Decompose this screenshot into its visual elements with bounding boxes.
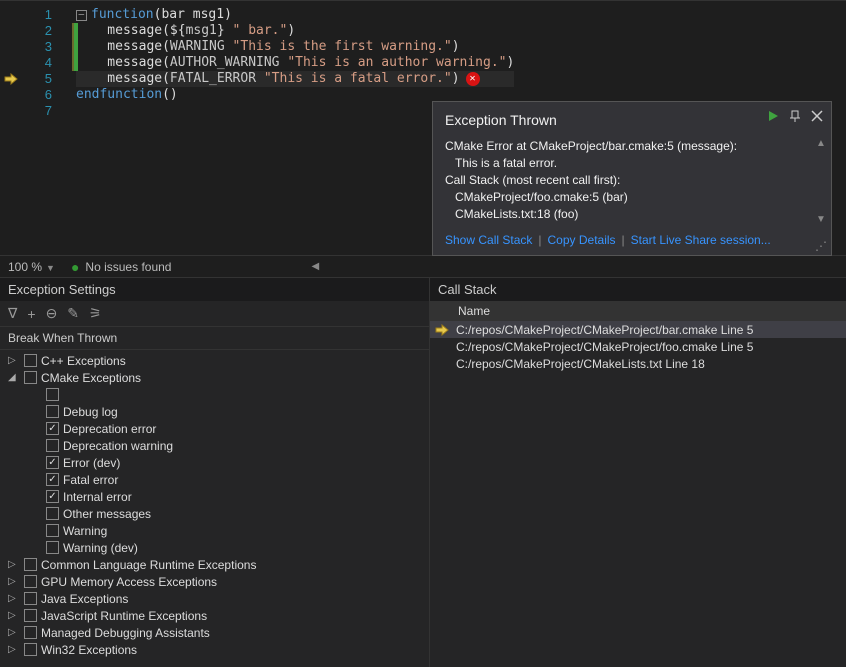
exception-item[interactable]: Deprecation error: [0, 420, 429, 437]
live-share-link[interactable]: Start Live Share session...: [631, 233, 771, 247]
exception-toolbar: ∇ + ⊖ ✎ ⚞: [0, 301, 429, 327]
call-stack-row[interactable]: C:/repos/CMakeProject/CMakeLists.txt Lin…: [430, 355, 846, 372]
restore-icon[interactable]: ⚞: [89, 305, 102, 322]
exception-category[interactable]: ▷Common Language Runtime Exceptions: [0, 556, 429, 573]
checkbox[interactable]: [24, 558, 37, 571]
checkbox[interactable]: [46, 507, 59, 520]
zoom-level[interactable]: 100 %▼: [8, 260, 55, 274]
call-stack-row[interactable]: C:/repos/CMakeProject/CMakeProject/bar.c…: [430, 321, 846, 338]
resize-grip-icon[interactable]: ⋰: [815, 239, 827, 253]
checkbox[interactable]: [46, 524, 59, 537]
edit-icon[interactable]: ✎: [67, 305, 79, 322]
checkbox[interactable]: [46, 388, 59, 401]
error-icon[interactable]: ✕: [466, 72, 480, 86]
exception-item[interactable]: Deprecation warning: [0, 437, 429, 454]
exception-tooltip: Exception Thrown CMake Error at CMakePro…: [432, 101, 832, 256]
checkbox[interactable]: [24, 592, 37, 605]
exception-item[interactable]: Error (dev): [0, 454, 429, 471]
collapse-arrow-icon[interactable]: ◀: [311, 261, 319, 272]
exception-category[interactable]: ▷C++ Exceptions: [0, 352, 429, 369]
exception-category[interactable]: ◢CMake Exceptions: [0, 369, 429, 386]
checkbox[interactable]: [46, 422, 59, 435]
call-stack-list[interactable]: C:/repos/CMakeProject/CMakeProject/bar.c…: [430, 321, 846, 667]
tooltip-scrollbar[interactable]: ▲ ▼: [815, 138, 827, 225]
exception-item[interactable]: Other messages: [0, 505, 429, 522]
close-icon[interactable]: [811, 110, 823, 122]
filter-icon[interactable]: ∇: [8, 305, 17, 322]
exception-settings-title: Exception Settings: [0, 278, 429, 301]
exception-item[interactable]: Fatal error: [0, 471, 429, 488]
call-stack-row[interactable]: C:/repos/CMakeProject/CMakeProject/foo.c…: [430, 338, 846, 355]
checkbox[interactable]: [46, 439, 59, 452]
exception-category[interactable]: ▷Java Exceptions: [0, 590, 429, 607]
check-icon: ●: [71, 259, 79, 275]
add-icon[interactable]: +: [27, 306, 35, 322]
call-stack-title: Call Stack: [430, 278, 846, 301]
exception-item[interactable]: Warning: [0, 522, 429, 539]
checkbox[interactable]: [46, 541, 59, 554]
checkbox[interactable]: [46, 405, 59, 418]
exception-item[interactable]: [0, 386, 429, 403]
checkbox[interactable]: [24, 643, 37, 656]
checkbox[interactable]: [24, 371, 37, 384]
editor-status-bar: 100 %▼ ● No issues found ◀: [0, 255, 846, 277]
exception-category[interactable]: ▷Managed Debugging Assistants: [0, 624, 429, 641]
call-stack-name-header[interactable]: Name: [430, 301, 846, 321]
continue-icon[interactable]: [767, 110, 779, 122]
issues-status[interactable]: No issues found: [85, 260, 171, 274]
code-editor[interactable]: 1234567 function(bar msg1) message(${msg…: [0, 0, 846, 255]
show-call-stack-link[interactable]: Show Call Stack: [445, 233, 532, 247]
exception-category[interactable]: ▷Win32 Exceptions: [0, 641, 429, 658]
checkbox[interactable]: [24, 354, 37, 367]
exception-item[interactable]: Internal error: [0, 488, 429, 505]
call-stack-panel: Call Stack Name C:/repos/CMakeProject/CM…: [430, 278, 846, 667]
pin-icon[interactable]: [789, 110, 801, 122]
exception-item[interactable]: Warning (dev): [0, 539, 429, 556]
exception-category[interactable]: ▷GPU Memory Access Exceptions: [0, 573, 429, 590]
tooltip-title: Exception Thrown: [445, 112, 819, 128]
checkbox[interactable]: [24, 626, 37, 639]
checkbox[interactable]: [24, 609, 37, 622]
copy-details-link[interactable]: Copy Details: [548, 233, 616, 247]
checkbox[interactable]: [46, 456, 59, 469]
checkbox[interactable]: [46, 473, 59, 486]
exception-category[interactable]: ▷JavaScript Runtime Exceptions: [0, 607, 429, 624]
exception-settings-panel: Exception Settings ∇ + ⊖ ✎ ⚞ Break When …: [0, 278, 430, 667]
exception-tree[interactable]: ▷C++ Exceptions◢CMake Exceptions Debug lo…: [0, 350, 429, 667]
checkbox[interactable]: [46, 490, 59, 503]
break-when-thrown-label: Break When Thrown: [0, 327, 429, 350]
checkbox[interactable]: [24, 575, 37, 588]
exception-item[interactable]: Debug log: [0, 403, 429, 420]
tooltip-body: CMake Error at CMakeProject/bar.cmake:5 …: [445, 138, 819, 223]
remove-icon[interactable]: ⊖: [46, 305, 58, 322]
